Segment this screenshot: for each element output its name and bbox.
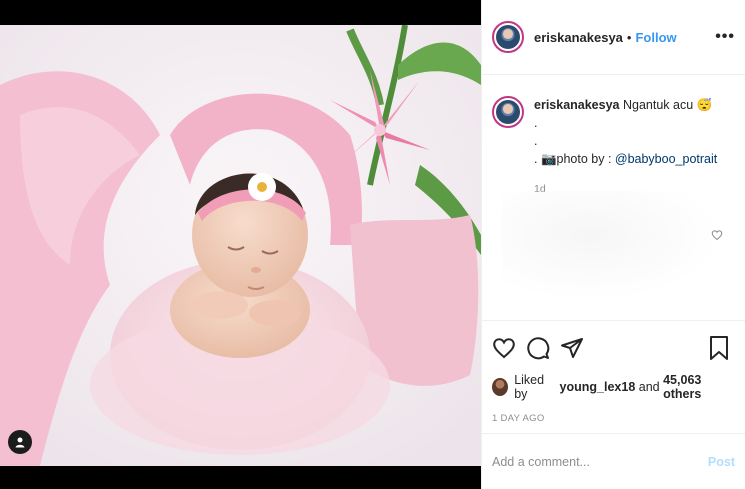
baby-photo [0, 25, 481, 466]
post-photo[interactable] [0, 25, 481, 466]
liker-username[interactable]: young_lex18 [560, 380, 636, 394]
liker-avatar[interactable] [492, 378, 509, 396]
blurred-region [502, 191, 722, 301]
comment-icon[interactable] [526, 336, 550, 360]
follow-button[interactable]: Follow [635, 30, 676, 45]
caption-photo-credit: . 📷photo by : [534, 152, 615, 166]
user-tag-button[interactable] [8, 430, 32, 454]
share-icon[interactable] [560, 336, 584, 360]
action-icons [492, 333, 735, 363]
likes-prefix: Liked by [514, 373, 545, 401]
comment-input[interactable] [492, 454, 708, 469]
header-separator: • [626, 29, 632, 45]
comments-area: eriskanakesya Ngantuk acu 😴 . . . 📷photo… [482, 76, 745, 320]
caption-first-line: eriskanakesya Ngantuk acu 😴 [534, 96, 717, 114]
more-options-button[interactable]: ••• [715, 28, 735, 46]
caption-text: Ngantuk acu [622, 98, 694, 112]
caption-row: eriskanakesya Ngantuk acu 😴 . . . 📷photo… [492, 96, 735, 198]
instagram-post-modal: eriskanakesya • Follow ••• eriskanakesya… [0, 0, 745, 489]
caption-body: eriskanakesya Ngantuk acu 😴 . . . 📷photo… [534, 96, 717, 198]
avatar-image [496, 25, 520, 49]
caption-mention-link[interactable]: @babyboo_potrait [615, 152, 717, 166]
header-username[interactable]: eriskanakesya [534, 30, 623, 45]
caption-avatar[interactable] [492, 96, 524, 128]
caption-line-3: . [534, 134, 538, 148]
caption-avatar-image [496, 100, 520, 124]
post-header: eriskanakesya • Follow ••• [482, 0, 745, 75]
post-sidebar: eriskanakesya • Follow ••• eriskanakesya… [481, 0, 745, 489]
bookmark-icon[interactable] [709, 335, 729, 361]
action-section: Liked by young_lex18 and 45,063 others 1… [482, 320, 745, 424]
post-comment-button[interactable]: Post [708, 455, 735, 469]
likes-row: Liked by young_lex18 and 45,063 others [492, 373, 735, 401]
heart-icon[interactable] [492, 336, 516, 360]
caption-line-2: . [534, 116, 538, 130]
likes-count[interactable]: 45,063 others [663, 373, 735, 401]
user-tag-icon [15, 437, 25, 448]
caption-emoji: 😴 [696, 98, 713, 112]
add-comment-bar: Post [482, 433, 745, 489]
heart-small-icon[interactable] [711, 229, 723, 241]
post-timestamp[interactable]: 1 DAY AGO [492, 413, 735, 424]
likes-middle: and [638, 380, 660, 394]
caption-line-4: . 📷photo by : @babyboo_potrait [534, 150, 717, 168]
avatar[interactable] [492, 21, 524, 53]
caption-username[interactable]: eriskanakesya [534, 98, 620, 112]
